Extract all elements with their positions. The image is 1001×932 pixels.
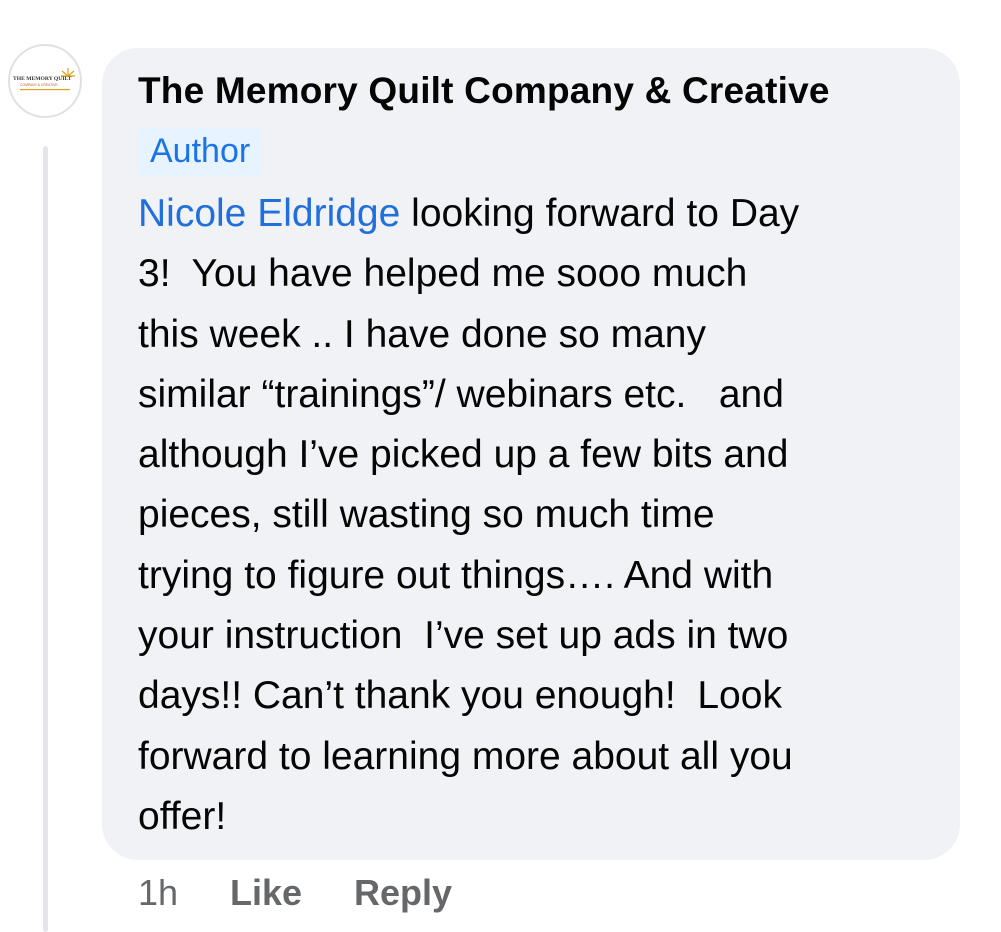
comment-thread: THE MEMORY QUILT COMPANY & CREATIVE The …: [0, 0, 1001, 932]
author-name[interactable]: The Memory Quilt Company & Creative: [138, 70, 830, 112]
thread-line: [43, 146, 48, 932]
comment-line-text: looking forward to Day: [400, 192, 800, 235]
like-button[interactable]: Like: [230, 872, 302, 914]
reply-button[interactable]: Reply: [354, 872, 452, 914]
comment-line: Nicole Eldridge looking forward to Day: [138, 184, 928, 244]
comment-line: trying to figure out things…. And with: [138, 553, 774, 597]
avatar[interactable]: THE MEMORY QUILT COMPANY & CREATIVE: [8, 44, 82, 118]
comment-line: pieces, still wasting so much time: [138, 493, 715, 537]
comment-line: 3! You have helped me sooo much: [138, 252, 748, 296]
author-badge: Author: [138, 128, 263, 176]
sun-logo-icon: THE MEMORY QUILT COMPANY & CREATIVE: [13, 68, 75, 91]
comment-line: this week .. I have done so many: [138, 312, 706, 356]
comment-timestamp[interactable]: 1h: [138, 872, 178, 914]
comment-line: forward to learning more about all you: [138, 734, 793, 778]
comment-line: days!! Can’t thank you enough! Look: [138, 674, 782, 718]
mention-link[interactable]: Nicole Eldridge: [138, 192, 400, 235]
comment-line: offer!: [138, 794, 227, 838]
comment-line: similar “trainings”/ webinars etc. and: [138, 372, 784, 416]
avatar-logo-text: THE MEMORY QUILT: [13, 76, 72, 82]
comment-line: your instruction I’ve set up ads in two: [138, 614, 789, 658]
comment-line: although I’ve picked up a few bits and: [138, 433, 789, 477]
avatar-logo-subtext: COMPANY & CREATIVE: [20, 83, 58, 87]
comment-text: Nicole Eldridge looking forward to Day 3…: [138, 184, 928, 847]
